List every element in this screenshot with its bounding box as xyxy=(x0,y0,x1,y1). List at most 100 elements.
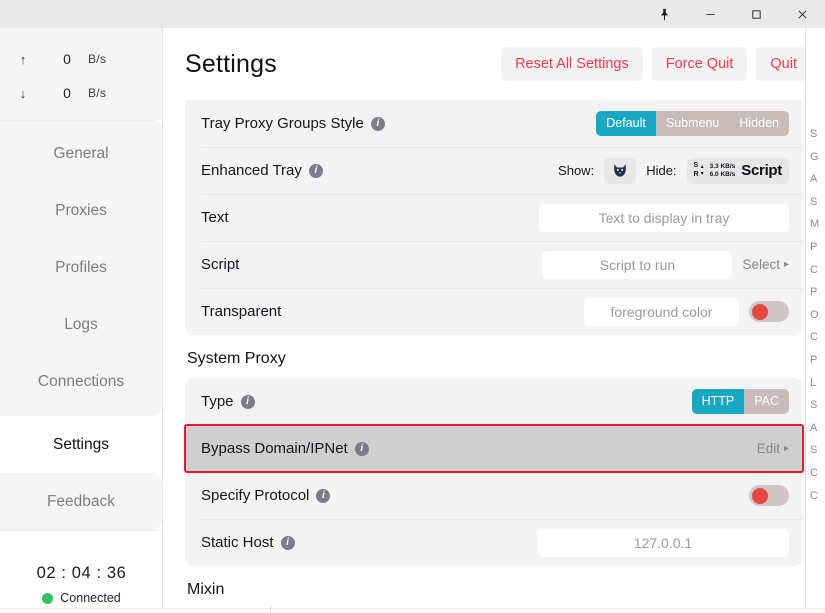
sidebar-item-proxies[interactable]: Proxies xyxy=(0,182,162,239)
minimize-button[interactable] xyxy=(687,0,733,28)
background-window-letter: C xyxy=(810,331,818,344)
traffic-download-row: ↓ 0 B/s xyxy=(0,76,162,110)
background-window-letter: M xyxy=(810,218,820,231)
hide-preview-group[interactable]: S R ▴ ▾ 3.3 KB/s 6.0 KB/s Script xyxy=(686,157,789,184)
chevron-right-icon: ▸ xyxy=(783,442,789,454)
speed-down-value: 6.0 KB/s xyxy=(709,170,736,178)
main-content: Settings Reset All Settings Force Quit Q… xyxy=(163,28,825,613)
background-window-letter: A xyxy=(810,173,818,186)
row-tray-script[interactable]: Script Select ▸ xyxy=(185,241,803,288)
toggle-knob xyxy=(752,303,768,320)
row-system-proxy-type[interactable]: Type i HTTP PAC xyxy=(185,378,803,425)
tray-script-input[interactable] xyxy=(542,250,733,279)
sidebar-item-general[interactable]: General xyxy=(0,125,162,182)
upload-arrow-icon: ↑ xyxy=(19,51,27,67)
row-tray-transparent[interactable]: Transparent xyxy=(185,288,803,335)
tray-script-label: Script xyxy=(201,256,239,273)
row-tray-text[interactable]: Text xyxy=(185,194,803,241)
row-tray-proxy-groups-style[interactable]: Tray Proxy Groups Style i Default Submen… xyxy=(185,100,803,147)
download-value: 0 xyxy=(63,85,71,101)
row-bypass-domain-ipnet[interactable]: Bypass Domain/IPNet i Edit ▸ xyxy=(184,424,804,473)
cat-icon[interactable] xyxy=(604,157,637,184)
system-proxy-type-label: Type i xyxy=(201,393,255,410)
info-icon[interactable]: i xyxy=(354,441,369,456)
seg-option-hidden[interactable]: Hidden xyxy=(729,110,789,137)
sidebar-item-label: Settings xyxy=(52,435,109,453)
info-icon[interactable]: i xyxy=(240,394,255,409)
info-icon[interactable]: i xyxy=(316,488,331,503)
uptime-value: 02 : 04 : 36 xyxy=(36,564,127,582)
specify-protocol-control xyxy=(749,485,789,506)
sr-letter-s: S xyxy=(693,162,699,170)
label-text: Enhanced Tray xyxy=(201,162,302,179)
maximize-button[interactable] xyxy=(733,0,779,28)
section-title-system-proxy: System Proxy xyxy=(187,350,286,367)
seg-option-http[interactable]: HTTP xyxy=(691,388,745,415)
background-window-letter: C xyxy=(810,466,818,479)
specify-protocol-toggle[interactable] xyxy=(749,485,789,506)
seg-option-submenu[interactable]: Submenu xyxy=(655,110,730,137)
row-specify-protocol[interactable]: Specify Protocol i xyxy=(185,472,803,519)
sidebar-item-feedback[interactable]: Feedback xyxy=(0,473,162,530)
page-header: Settings Reset All Settings Force Quit Q… xyxy=(163,28,825,100)
script-preview-label: Script xyxy=(741,162,782,179)
show-label: Show: xyxy=(558,163,595,178)
traffic-meter: ↑ 0 B/s ↓ 0 B/s xyxy=(0,28,162,120)
sidebar-item-logs[interactable]: Logs xyxy=(0,296,162,353)
background-window-letter: A xyxy=(810,421,818,434)
sidebar-item-label: Profiles xyxy=(55,258,107,276)
script-select-action[interactable]: Select ▸ xyxy=(742,257,789,272)
connection-status: Connected xyxy=(0,591,163,605)
sidebar-item-label: Connections xyxy=(37,372,125,390)
enhanced-tray-control: Show: Hide: S R ▴ ▾ 3.3 KB/s 6.0 KB/s Sc… xyxy=(558,157,789,184)
toggle-knob xyxy=(752,487,768,504)
info-icon[interactable]: i xyxy=(280,535,295,550)
section-title-mixin: Mixin xyxy=(187,581,225,598)
script-select-label: Select xyxy=(742,257,780,272)
hide-label: Hide: xyxy=(646,163,677,178)
seg-option-default[interactable]: Default xyxy=(596,110,656,137)
sr-letter-r: R xyxy=(693,170,699,178)
close-button[interactable] xyxy=(779,0,825,28)
row-enhanced-tray[interactable]: Enhanced Tray i Show: Hide: S R ▴ ▾ 3.3 … xyxy=(185,147,803,194)
download-unit: B/s xyxy=(88,86,107,100)
label-text: Tray Proxy Groups Style xyxy=(201,115,364,132)
transparent-toggle[interactable] xyxy=(749,301,789,322)
sr-arrow-down: ▾ xyxy=(700,170,704,177)
background-window-letter: C xyxy=(810,489,818,502)
sidebar-item-profiles[interactable]: Profiles xyxy=(0,239,162,296)
background-window-letter: S xyxy=(810,399,818,412)
tray-text-label: Text xyxy=(201,209,229,226)
settings-scroll-area[interactable]: Tray Proxy Groups Style i Default Submen… xyxy=(163,100,825,613)
seg-option-pac[interactable]: PAC xyxy=(744,388,789,415)
force-quit-button[interactable]: Force Quit xyxy=(651,47,748,81)
sidebar-item-label: Logs xyxy=(64,315,98,333)
sidebar-divider xyxy=(0,530,162,531)
info-icon[interactable]: i xyxy=(370,116,385,131)
quit-button[interactable]: Quit xyxy=(756,47,811,81)
label-text: Specify Protocol xyxy=(201,487,310,504)
system-proxy-card: Type i HTTP PAC Bypass Domain/IPNet i Ed… xyxy=(184,378,804,566)
reset-all-settings-button[interactable]: Reset All Settings xyxy=(501,47,643,81)
sidebar-item-connections[interactable]: Connections xyxy=(0,353,162,410)
upload-value: 0 xyxy=(63,51,71,67)
row-static-host[interactable]: Static Host i xyxy=(185,519,803,566)
tray-text-input[interactable] xyxy=(539,203,789,232)
foreground-color-input[interactable] xyxy=(584,297,739,326)
tray-style-segmented-control: Default Submenu Hidden xyxy=(596,110,789,137)
tray-settings-card: Tray Proxy Groups Style i Default Submen… xyxy=(185,100,803,335)
chevron-right-icon: ▸ xyxy=(783,258,789,270)
static-host-input[interactable] xyxy=(537,528,789,557)
info-icon[interactable]: i xyxy=(308,163,323,178)
pin-icon[interactable] xyxy=(641,0,687,28)
sidebar-item-settings[interactable]: Settings xyxy=(0,416,162,473)
sidebar-item-label: General xyxy=(53,144,109,162)
header-actions: Reset All Settings Force Quit Quit xyxy=(501,47,811,81)
sr-indicator-icon: S R ▴ ▾ xyxy=(694,162,704,178)
connection-status-label: Connected xyxy=(60,591,121,605)
bypass-domain-label: Bypass Domain/IPNet i xyxy=(201,440,369,457)
bypass-edit-action[interactable]: Edit ▸ xyxy=(757,441,789,456)
background-window-letter: P xyxy=(810,286,818,299)
background-window-letter: G xyxy=(810,150,819,163)
tray-proxy-groups-style-control: Default Submenu Hidden xyxy=(596,110,789,137)
